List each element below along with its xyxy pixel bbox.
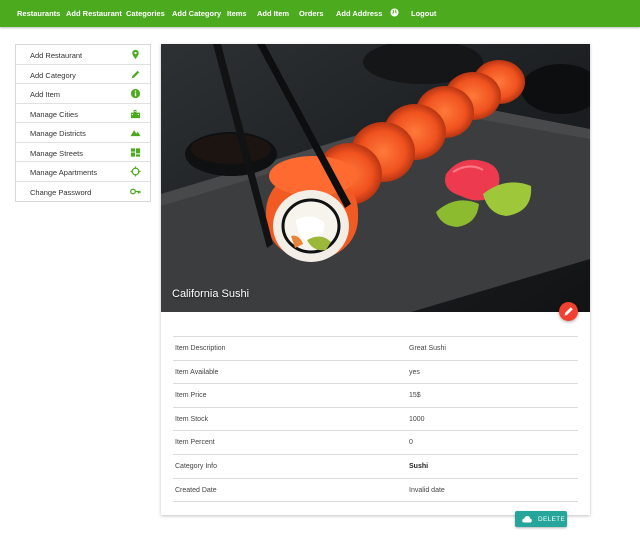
nav-restaurants[interactable]: Restaurants (17, 9, 60, 18)
map-pin-icon (132, 49, 139, 60)
delete-button[interactable]: DELETE (515, 511, 567, 527)
sushi-photo (161, 44, 590, 312)
nav-add-item[interactable]: Add Item (257, 9, 289, 18)
sidebar-item-manage-streets[interactable]: Manage Streets (16, 143, 150, 162)
top-navbar: Restaurants Add Restaurant Categories Ad… (0, 0, 640, 27)
terrain-icon (130, 130, 141, 137)
table-row: Item Price 15$ (173, 384, 578, 408)
table-row: Item Available yes (173, 361, 578, 385)
edit-item-button[interactable] (559, 302, 578, 321)
sidebar-item-manage-apartments[interactable]: Manage Apartments (16, 162, 150, 182)
sidebar-item-add-restaurant[interactable]: Add Restaurant (16, 45, 150, 65)
sidebar-item-label: Add Category (30, 70, 76, 80)
nav-items[interactable]: Items (227, 9, 247, 18)
detail-value: Invalid date (409, 486, 445, 494)
key-icon (130, 188, 141, 194)
map-icon (130, 147, 141, 157)
table-row: Item Percent 0 (173, 431, 578, 455)
info-icon (130, 88, 141, 99)
detail-value: yes (409, 368, 420, 376)
sidebar-item-label: Manage Cities (30, 109, 78, 119)
globe-icon[interactable] (390, 8, 399, 17)
nav-add-category[interactable]: Add Category (172, 9, 221, 18)
item-details-table: Item Description Great Sushi Item Availa… (173, 336, 578, 503)
sidebar-item-label: Add Item (30, 90, 61, 99)
sidebar-item-change-password[interactable]: Change Password (16, 182, 150, 202)
sidebar-item-add-item[interactable]: Add Item (16, 84, 150, 104)
table-row: Item Description Great Sushi (173, 337, 578, 361)
nav-categories[interactable]: Categories (126, 9, 165, 18)
detail-label: Item Available (175, 368, 219, 376)
nav-logout[interactable]: Logout (411, 9, 436, 18)
sidebar-item-label: Manage Districts (30, 129, 86, 138)
nav-add-restaurant[interactable]: Add Restaurant (66, 9, 122, 18)
detail-value: 1000 (409, 415, 425, 423)
detail-value: 15$ (409, 392, 421, 400)
sidebar-item-manage-cities[interactable]: Manage Cities (16, 104, 150, 123)
city-icon (130, 109, 141, 118)
sidebar-item-label: Add Restaurant (30, 51, 83, 60)
sidebar-item-add-category[interactable]: Add Category (16, 65, 150, 84)
item-title: California Sushi (172, 288, 250, 300)
detail-value: 0 (409, 439, 413, 447)
sidebar-item-label: Manage Streets (30, 148, 83, 158)
nav-add-address[interactable]: Add Address (336, 9, 382, 18)
nav-orders[interactable]: Orders (299, 9, 324, 18)
pencil-icon (564, 307, 573, 316)
item-photo: California Sushi (161, 44, 590, 312)
detail-value: Sushi (409, 462, 429, 470)
item-card: California Sushi Item Description Great … (161, 44, 590, 515)
table-row: Category Info Sushi (173, 455, 578, 479)
table-row: Item Stock 1000 (173, 408, 578, 432)
detail-label: Created Date (175, 486, 217, 494)
detail-label: Category Info (175, 462, 218, 470)
detail-label: Item Price (175, 392, 207, 400)
sidebar-item-label: Manage Apartments (30, 168, 98, 177)
crosshair-icon (130, 166, 141, 177)
detail-value: Great Sushi (409, 345, 446, 352)
table-row: Created Date Invalid date (173, 479, 578, 503)
pencil-icon (131, 70, 140, 78)
detail-label: Item Stock (175, 415, 209, 423)
delete-button-label: DELETE (538, 515, 566, 523)
sidebar-menu: Add Restaurant Add Category Add Item Man… (15, 44, 151, 202)
sidebar-item-manage-districts[interactable]: Manage Districts (16, 123, 150, 143)
sidebar-item-label: Change Password (30, 187, 92, 197)
cloud-icon (522, 515, 532, 523)
detail-label: Item Percent (175, 439, 215, 447)
detail-label: Item Description (175, 345, 226, 352)
